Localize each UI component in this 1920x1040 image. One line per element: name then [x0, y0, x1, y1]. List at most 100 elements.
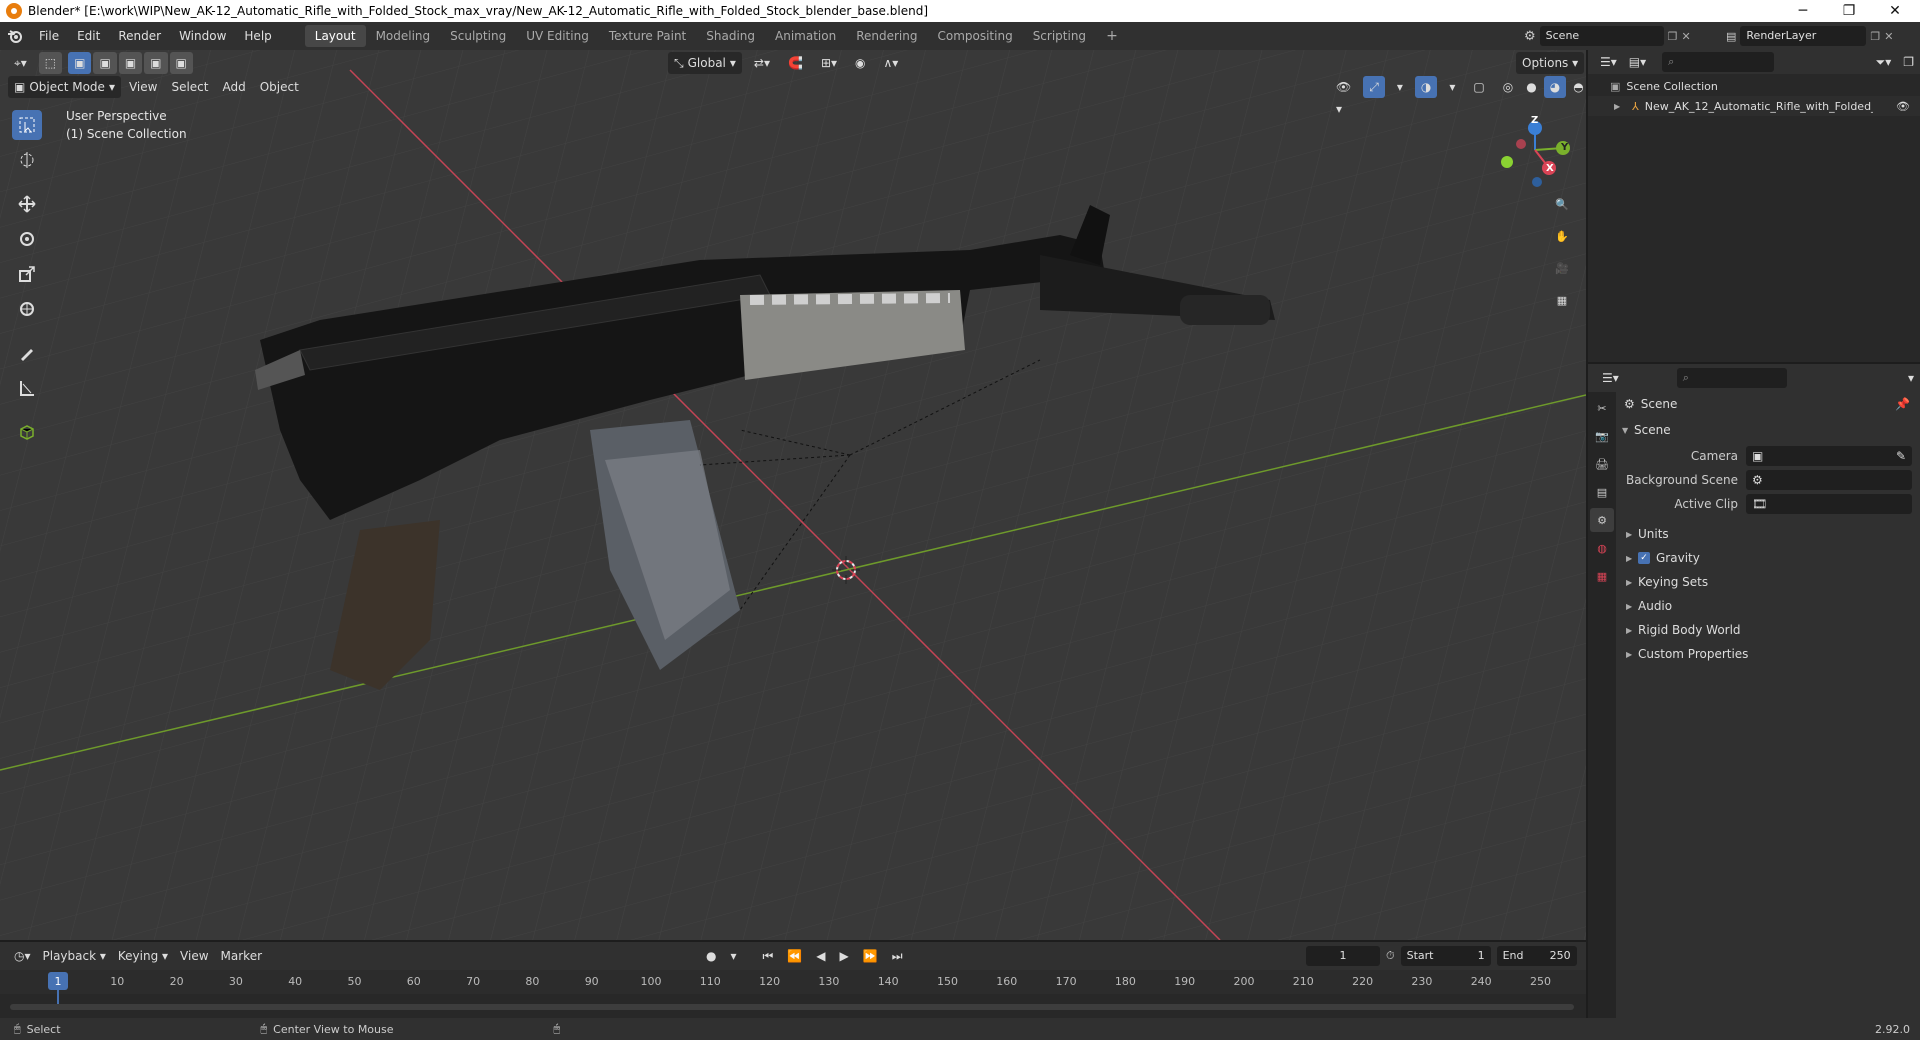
options-dropdown[interactable]: Options ▾	[1516, 52, 1585, 74]
menu-file[interactable]: File	[30, 25, 68, 47]
select-new-icon[interactable]: ▣	[68, 52, 92, 74]
menu-help[interactable]: Help	[235, 25, 280, 47]
proportional-edit-icon[interactable]: ◉	[849, 52, 871, 74]
mode-dropdown[interactable]: ▣ Object Mode ▾	[8, 76, 121, 98]
measure-icon[interactable]	[12, 373, 42, 403]
tool-tab-icon[interactable]: ✂	[1590, 396, 1614, 420]
menu-window[interactable]: Window	[170, 25, 235, 47]
gizmo-dropdown-icon[interactable]: ▾	[1391, 76, 1409, 98]
cursor-icon[interactable]	[12, 145, 42, 175]
viewport-menu-add[interactable]: Add	[216, 76, 251, 98]
gizmo-toggle-icon[interactable]: ⤢	[1363, 76, 1385, 98]
units-panel[interactable]: ▶ Units	[1616, 522, 1920, 546]
output-tab-icon[interactable]: 🖨	[1590, 452, 1614, 476]
tab-layout[interactable]: Layout	[304, 25, 366, 47]
marker-menu[interactable]: Marker	[215, 945, 268, 967]
gizmo-x-label[interactable]: X	[1546, 163, 1554, 174]
wireframe-shading-icon[interactable]: ◎	[1497, 76, 1519, 98]
properties-search-input[interactable]: ⌕	[1676, 368, 1787, 388]
select-invert-icon[interactable]: ▣	[144, 52, 168, 74]
playback-menu[interactable]: Playback ▾	[37, 945, 112, 967]
renderlayer-selector[interactable]: RenderLayer	[1740, 26, 1867, 46]
transform-icon[interactable]	[12, 294, 42, 324]
overlay-dropdown-icon[interactable]: ▾	[1443, 76, 1461, 98]
timeline-editor-icon[interactable]: ◷▾	[8, 945, 37, 967]
select-intersect-icon[interactable]: ▣	[169, 52, 193, 74]
tab-modeling[interactable]: Modeling	[366, 25, 441, 47]
tab-scripting[interactable]: Scripting	[1023, 25, 1096, 47]
menu-edit[interactable]: Edit	[68, 25, 109, 47]
menu-render[interactable]: Render	[109, 25, 170, 47]
prev-keyframe-icon[interactable]: ⏪	[781, 945, 808, 967]
solid-shading-icon[interactable]: ●	[1520, 76, 1542, 98]
tab-rendering[interactable]: Rendering	[846, 25, 927, 47]
outliner-row-scene-collection[interactable]: ▣ Scene Collection	[1588, 76, 1920, 96]
transform-orientation-dropdown[interactable]: ⤡ Global ▾	[668, 52, 742, 74]
properties-options-icon[interactable]: ▾	[1902, 367, 1920, 389]
play-icon[interactable]: ▶	[834, 945, 855, 967]
material-shading-icon[interactable]: ◕	[1543, 76, 1567, 98]
scene-panel-header[interactable]: ▼ Scene	[1616, 418, 1920, 442]
restore-button[interactable]: ❐	[1826, 0, 1872, 22]
camera-view-icon[interactable]: 🎥	[1550, 256, 1574, 280]
eyedropper-icon[interactable]: ✎	[1896, 449, 1906, 463]
outliner-row-object[interactable]: ▶ ⅄ New_AK_12_Automatic_Rifle_with_Folde…	[1588, 96, 1920, 116]
visibility-icon[interactable]: 👁▾	[1330, 76, 1357, 116]
play-reverse-icon[interactable]: ◀	[810, 945, 831, 967]
rigid-body-world-panel[interactable]: ▶ Rigid Body World	[1616, 618, 1920, 642]
delete-layer-icon[interactable]: ✕	[1884, 30, 1893, 43]
move-icon[interactable]	[12, 189, 42, 219]
new-scene-icon[interactable]: ❐	[1668, 30, 1678, 43]
expand-arrow-icon[interactable]: ▶	[1614, 102, 1626, 111]
new-collection-icon[interactable]: ❐	[1897, 51, 1920, 73]
rotate-icon[interactable]	[12, 224, 42, 254]
background-scene-field[interactable]: ⚙	[1746, 470, 1912, 490]
scale-icon[interactable]	[12, 259, 42, 289]
custom-properties-panel[interactable]: ▶ Custom Properties	[1616, 642, 1920, 666]
audio-panel[interactable]: ▶ Audio	[1616, 594, 1920, 618]
render-tab-icon[interactable]: 📷	[1590, 424, 1614, 448]
blender-menu-icon[interactable]	[0, 29, 30, 43]
record-icon[interactable]: ●	[700, 945, 722, 967]
active-clip-field[interactable]: 🎞	[1746, 494, 1912, 514]
viewport-menu-select[interactable]: Select	[165, 76, 214, 98]
timeline-ruler[interactable]: 1 10 20 30 40 50 60 70 80 90 100 110 120 130 140 150 160…	[0, 970, 1586, 1010]
current-frame-field[interactable]: 1	[1306, 946, 1380, 966]
gravity-panel[interactable]: ▶ ✓ Gravity	[1616, 546, 1920, 570]
filter-icon[interactable]: ⏷▾	[1870, 51, 1898, 73]
scene-selector[interactable]: Scene	[1539, 26, 1664, 46]
tab-sculpting[interactable]: Sculpting	[440, 25, 516, 47]
select-tool-icon[interactable]: ⬚	[38, 52, 63, 74]
3d-viewport[interactable]: Z Y X ⌖▾ ⬚ ▣ ▣ ▣ ▣ ▣ ⤡ Global ▾ ⇄▾ 🧲 ⊞▾ …	[0, 50, 1586, 940]
next-keyframe-icon[interactable]: ⏩	[857, 945, 884, 967]
pivot-point-icon[interactable]: ⇄▾	[748, 52, 776, 74]
editor-type-icon[interactable]: ⌖▾	[8, 52, 33, 74]
end-frame-field[interactable]: End 250	[1496, 946, 1577, 966]
gizmo-y-label[interactable]: Y	[1561, 142, 1568, 153]
viewport-menu-object[interactable]: Object	[254, 76, 305, 98]
gizmo-z-label[interactable]: Z	[1531, 115, 1538, 126]
world-tab-icon[interactable]: ◍	[1590, 536, 1614, 560]
keying-sets-panel[interactable]: ▶ Keying Sets	[1616, 570, 1920, 594]
jump-end-icon[interactable]: ⏭	[886, 945, 909, 967]
add-workspace-button[interactable]: +	[1096, 25, 1128, 47]
jump-start-icon[interactable]: ⏮	[757, 945, 780, 967]
outliner-search-input[interactable]: ⌕	[1662, 52, 1775, 72]
delete-scene-icon[interactable]: ✕	[1682, 30, 1691, 43]
tab-compositing[interactable]: Compositing	[927, 25, 1022, 47]
gravity-checkbox[interactable]: ✓	[1638, 552, 1650, 564]
overlay-toggle-icon[interactable]: ◑	[1414, 76, 1438, 98]
outliner-editor-icon[interactable]: ☰▾	[1594, 51, 1623, 73]
keying-menu[interactable]: Keying ▾	[112, 945, 174, 967]
start-frame-field[interactable]: Start 1	[1400, 946, 1491, 966]
tab-texture-paint[interactable]: Texture Paint	[599, 25, 696, 47]
visibility-eye-icon[interactable]: 👁	[1896, 100, 1910, 113]
properties-editor-icon[interactable]: ☰▾	[1596, 367, 1625, 389]
view-layer-tab-icon[interactable]: ▤	[1590, 480, 1614, 504]
timeline-scrollbar[interactable]	[10, 1004, 1574, 1010]
select-extend-icon[interactable]: ▣	[93, 52, 117, 74]
snap-target-icon[interactable]: ⊞▾	[815, 52, 843, 74]
add-cube-icon[interactable]	[12, 417, 42, 447]
minimize-button[interactable]: ─	[1780, 0, 1826, 22]
display-mode-icon[interactable]: ▤▾	[1623, 51, 1652, 73]
